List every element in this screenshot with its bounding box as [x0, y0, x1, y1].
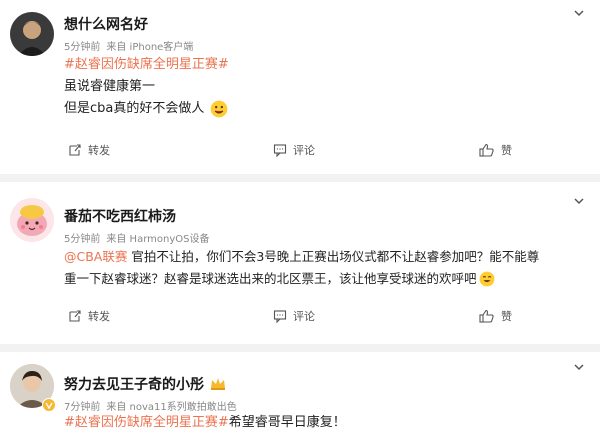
mention-link[interactable]: @CBA联赛 — [64, 249, 127, 264]
content-text: 希望睿哥早日康复！ — [228, 415, 346, 430]
post-time: 5分钟前 — [64, 234, 101, 245]
post-meta: 5分钟前 来自 HarmonyOS设备 — [64, 230, 215, 245]
emoji-icon — [211, 100, 228, 118]
action-bar: 转发 评论 赞 — [0, 138, 600, 162]
vip-badge-icon — [42, 398, 56, 412]
like-button[interactable]: 赞 — [479, 138, 512, 162]
avatar-image — [10, 198, 54, 242]
avatar-image — [10, 12, 54, 56]
repost-icon — [69, 310, 81, 322]
content-line-1-text: 官拍不让拍，你们不会3号晚上正赛出场仪式都不让赵睿参加吧？能不能尊 — [127, 249, 540, 264]
post-3: 努力去见王子奇的小彤 7分钟前 来自 nova11系列敢拍敢出色 #赵睿因伤缺席全… — [0, 352, 600, 439]
post-content: #赵睿因伤缺席全明星正赛# 虽说睿健康第一 但是cba真的好不会做人 — [64, 54, 229, 120]
like-label: 赞 — [501, 144, 512, 157]
username[interactable]: 番茄不吃西红柿汤 — [64, 206, 176, 226]
like-icon — [479, 143, 494, 157]
comment-button[interactable]: 评论 — [273, 138, 315, 162]
repost-label: 转发 — [88, 310, 110, 323]
crown-icon — [211, 378, 225, 390]
chevron-down-icon[interactable] — [572, 6, 586, 20]
hashtag-link[interactable]: #赵睿因伤缺席全明星正赛# — [64, 57, 229, 72]
post-2: 番茄不吃西红柿汤 5分钟前 来自 HarmonyOS设备 @CBA联赛 官拍不让拍… — [0, 182, 600, 342]
emoji-icon — [479, 271, 494, 287]
content-line-1: 虽说睿健康第一 — [64, 79, 156, 94]
comment-icon — [273, 144, 287, 157]
like-icon — [479, 309, 494, 323]
comment-icon — [273, 310, 287, 323]
repost-icon — [69, 144, 81, 156]
content-line-2: 但是cba真的好不会做人 — [64, 98, 229, 120]
post-1: 想什么网名好 5分钟前 来自 iPhone客户端 #赵睿因伤缺席全明星正赛# 虽说… — [0, 0, 600, 172]
comment-label: 评论 — [293, 144, 315, 157]
content-line-2-text: 重一下赵睿球迷？赵睿是球迷选出来的北区票王，该让他享受球迷的欢呼吧 — [64, 271, 477, 286]
username[interactable]: 想什么网名好 — [64, 14, 148, 34]
post-content: #赵睿因伤缺席全明星正赛#希望睿哥早日康复！ — [64, 412, 346, 434]
avatar[interactable] — [10, 198, 54, 242]
action-bar: 转发 评论 赞 — [0, 304, 600, 328]
post-meta: 7分钟前 来自 nova11系列敢拍敢出色 — [64, 398, 243, 413]
post-divider — [0, 174, 600, 182]
chevron-down-icon[interactable] — [572, 194, 586, 208]
hashtag-link[interactable]: #赵睿因伤缺席全明星正赛# — [64, 415, 229, 430]
like-label: 赞 — [501, 310, 512, 323]
comment-button[interactable]: 评论 — [273, 304, 315, 328]
post-source: 来自 iPhone客户端 — [106, 42, 194, 53]
avatar[interactable] — [10, 12, 54, 56]
username-text: 努力去见王子奇的小彤 — [64, 377, 204, 393]
post-time: 5分钟前 — [64, 42, 101, 53]
post-meta: 5分钟前 来自 iPhone客户端 — [64, 38, 199, 53]
repost-button[interactable]: 转发 — [68, 304, 110, 328]
repost-label: 转发 — [88, 144, 110, 157]
like-button[interactable]: 赞 — [479, 304, 512, 328]
post-divider — [0, 344, 600, 352]
post-source: 来自 HarmonyOS设备 — [106, 234, 210, 245]
username[interactable]: 努力去见王子奇的小彤 — [64, 374, 226, 394]
content-line-2-text: 但是cba真的好不会做人 — [64, 101, 205, 116]
content-line-2: 重一下赵睿球迷？赵睿是球迷选出来的北区票王，该让他享受球迷的欢呼吧 — [64, 268, 539, 290]
chevron-down-icon[interactable] — [572, 360, 586, 374]
post-content: @CBA联赛 官拍不让拍，你们不会3号晚上正赛出场仪式都不让赵睿参加吧？能不能尊… — [64, 246, 539, 290]
content-line-1: @CBA联赛 官拍不让拍，你们不会3号晚上正赛出场仪式都不让赵睿参加吧？能不能尊 — [64, 246, 539, 268]
comment-label: 评论 — [293, 310, 315, 323]
repost-button[interactable]: 转发 — [68, 138, 110, 162]
